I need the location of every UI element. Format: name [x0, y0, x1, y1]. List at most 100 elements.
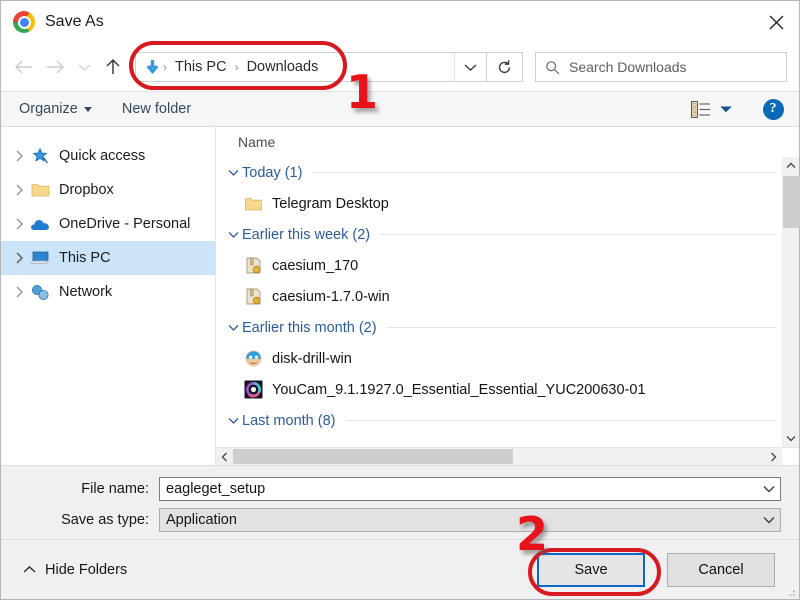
sidebar-item-dropbox[interactable]: Dropbox [1, 173, 215, 207]
search-box[interactable]: Search Downloads [535, 52, 787, 82]
chevron-down-icon[interactable] [224, 226, 242, 244]
sidebar-item-label: Network [59, 284, 113, 300]
filename-input[interactable]: eagleget_setup [159, 477, 781, 501]
breadcrumb-item-this-pc[interactable]: This PC [168, 59, 234, 75]
scroll-up-button[interactable] [783, 157, 800, 174]
group-divider [380, 234, 776, 235]
scroll-right-button[interactable] [765, 448, 782, 465]
chevron-down-icon [786, 436, 796, 442]
chevron-right-icon[interactable] [9, 248, 29, 268]
horizontal-scroll-track[interactable] [233, 448, 765, 465]
title-bar: Save As [1, 1, 799, 43]
help-icon: ? [762, 98, 784, 120]
help-button[interactable]: ? [759, 95, 787, 123]
disk-drill-app-icon [242, 348, 264, 370]
computer-icon [29, 248, 51, 268]
file-list-item[interactable]: caesium_170 [220, 250, 782, 281]
view-details-icon [691, 100, 710, 118]
file-group-header[interactable]: Earlier this month (2) [220, 312, 782, 343]
file-group-header[interactable]: Earlier this week (2) [220, 219, 782, 250]
file-name: caesium_170 [272, 257, 359, 274]
chrome-logo-icon [13, 11, 35, 33]
chevron-down-icon [83, 106, 92, 112]
sidebar-item-this-pc[interactable]: This PC [1, 241, 215, 275]
sidebar-item-onedrive[interactable]: OneDrive - Personal [1, 207, 215, 241]
filename-value: eagleget_setup [166, 481, 266, 497]
chevron-right-icon[interactable] [9, 180, 29, 200]
refresh-button[interactable] [487, 52, 523, 82]
file-group-header[interactable]: Today (1) [220, 157, 782, 188]
filename-dropdown-button[interactable] [758, 485, 780, 493]
organize-label: Organize [19, 101, 78, 117]
save-form: File name: eagleget_setup Save as type: … [1, 465, 799, 539]
navigation-bar: › This PC › Downloads Search Downloads [1, 43, 799, 91]
forward-button[interactable] [39, 51, 71, 83]
star-pin-icon [29, 146, 51, 166]
group-divider [345, 420, 776, 421]
filetype-dropdown-button[interactable] [758, 516, 780, 524]
arrow-right-icon [46, 60, 64, 74]
hide-folders-label: Hide Folders [45, 561, 128, 578]
folder-icon [242, 193, 264, 215]
chevron-down-icon[interactable] [224, 319, 242, 337]
sidebar-item-network[interactable]: Network [1, 275, 215, 309]
file-list-item[interactable]: caesium-1.7.0-win [220, 281, 782, 312]
filetype-select[interactable]: Application [159, 508, 781, 532]
new-folder-label: New folder [121, 101, 192, 117]
breadcrumb-dropdown-button[interactable] [454, 53, 486, 81]
command-bar: Organize New folder ? [1, 91, 799, 127]
search-input[interactable]: Search Downloads [569, 59, 687, 75]
hide-folders-button[interactable]: Hide Folders [23, 562, 127, 578]
filename-row: File name: eagleget_setup [19, 477, 781, 501]
scroll-left-button[interactable] [216, 448, 233, 465]
sidebar-item-label: Dropbox [59, 182, 114, 198]
back-button[interactable] [7, 51, 39, 83]
chevron-left-icon [221, 452, 227, 461]
breadcrumb-bar[interactable]: › This PC › Downloads [135, 52, 487, 82]
breadcrumb-item-downloads[interactable]: Downloads [240, 59, 326, 75]
close-button[interactable] [753, 1, 799, 43]
scrollbar-corner [782, 448, 799, 465]
file-group-header[interactable]: Last month (8) [220, 405, 782, 436]
file-list-item[interactable]: disk-drill-win [220, 343, 782, 374]
dialog-body: Quick access Dropbox OneDrive - Personal… [1, 127, 800, 465]
horizontal-scroll-thumb[interactable] [233, 449, 513, 464]
chevron-down-icon [720, 106, 732, 113]
vertical-scrollbar[interactable] [782, 157, 800, 447]
file-list-item[interactable]: YouCam_9.1.1927.0_Essential_Essential_YU… [220, 374, 782, 405]
horizontal-scrollbar[interactable] [216, 447, 799, 465]
vertical-scroll-track[interactable] [782, 174, 800, 430]
file-name: Telegram Desktop [272, 195, 389, 212]
window-title: Save As [45, 13, 104, 30]
arrow-up-icon [106, 58, 120, 74]
file-group-label: Last month (8) [242, 412, 336, 429]
organize-button[interactable]: Organize [19, 101, 92, 117]
save-button[interactable]: Save [537, 552, 645, 587]
resize-grip-icon [789, 590, 795, 596]
filetype-value: Application [166, 512, 237, 528]
file-group-label: Earlier this week (2) [242, 226, 371, 243]
recent-locations-button[interactable] [71, 51, 97, 83]
chevron-up-icon [23, 566, 36, 573]
column-header-name[interactable]: Name [216, 127, 799, 157]
vertical-scroll-thumb[interactable] [782, 176, 800, 228]
scroll-down-button[interactable] [783, 430, 800, 447]
change-view-button[interactable] [687, 95, 715, 123]
sidebar-item-quick-access[interactable]: Quick access [1, 139, 215, 173]
search-icon [546, 60, 560, 74]
new-folder-button[interactable]: New folder [122, 101, 191, 117]
chevron-down-icon[interactable] [224, 412, 242, 430]
up-button[interactable] [97, 51, 129, 83]
file-list-item[interactable]: Telegram Desktop [220, 188, 782, 219]
chevron-down-icon [763, 486, 775, 493]
view-options-dropdown[interactable] [715, 95, 737, 123]
close-icon [769, 15, 783, 29]
group-divider [312, 172, 776, 173]
chevron-down-icon[interactable] [224, 164, 242, 182]
navigation-sidebar: Quick access Dropbox OneDrive - Personal… [1, 127, 216, 465]
cancel-button[interactable]: Cancel [667, 552, 775, 587]
cloud-icon [29, 214, 51, 234]
chevron-right-icon[interactable] [9, 214, 29, 234]
chevron-right-icon[interactable] [9, 146, 29, 166]
chevron-right-icon[interactable] [9, 282, 29, 302]
